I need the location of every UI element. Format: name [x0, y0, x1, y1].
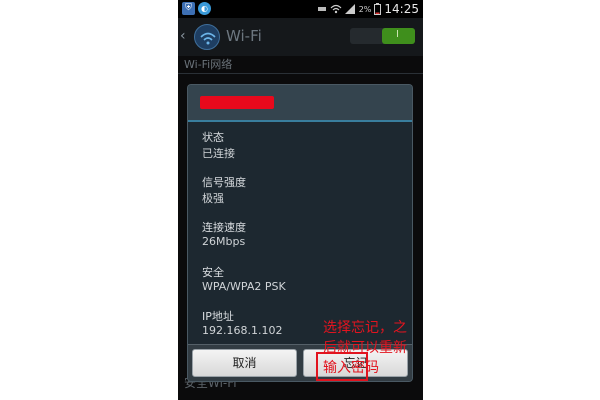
action-bar-title: Wi-Fi — [226, 27, 262, 45]
security-label: 安全 — [202, 266, 224, 279]
status-value: 已连接 — [202, 147, 235, 160]
section-divider — [178, 73, 423, 74]
battery-percent: 2% — [358, 4, 372, 14]
cancel-button[interactable]: 取消 — [192, 349, 297, 377]
ip-address-value: 192.168.1.102 — [202, 324, 283, 337]
status-label: 状态 — [202, 131, 224, 144]
screenshot-stage: ⛨ ◐ 2% 14:25 ‹ Wi-Fi I Wi-Fi网络 安全Wi-Fi 状… — [0, 0, 600, 400]
dialog-body: 状态 已连接 信号强度 极强 连接速度 26Mbps 安全 WPA/WPA2 P… — [188, 122, 412, 344]
shield-app-icon: ⛨ — [182, 2, 195, 15]
dialog-title-bar — [188, 85, 412, 120]
annotation-line-3: 输入密码 — [323, 360, 379, 376]
sound-icon — [317, 7, 326, 11]
link-speed-label: 连接速度 — [202, 221, 246, 234]
ip-address-label: IP地址 — [202, 310, 234, 323]
battery-icon — [374, 3, 382, 15]
signal-strength-value: 极强 — [202, 192, 224, 205]
circle-app-icon: ◐ — [198, 2, 211, 15]
link-speed-value: 26Mbps — [202, 235, 246, 248]
wifi-toggle-knob: I — [382, 28, 415, 44]
wifi-toggle[interactable]: I — [350, 28, 415, 44]
wifi-networks-header: Wi-Fi网络 — [184, 58, 233, 71]
signal-wifi-icon — [330, 4, 342, 14]
action-bar: ‹ Wi-Fi I — [178, 18, 423, 56]
annotation-line-2: 后就可以重新 — [323, 340, 407, 356]
status-bar: ⛨ ◐ 2% 14:25 — [178, 0, 423, 18]
cell-signal-icon — [344, 4, 355, 14]
network-name-redacted — [200, 96, 274, 109]
wifi-toggle-label: I — [396, 29, 399, 40]
status-bar-right: 2% 14:25 — [317, 1, 419, 17]
signal-strength-label: 信号强度 — [202, 176, 246, 189]
security-value: WPA/WPA2 PSK — [202, 280, 286, 293]
status-bar-time: 14:25 — [384, 2, 419, 16]
annotation-line-1: 选择忘记，之 — [323, 320, 407, 336]
back-arrow-icon[interactable]: ‹ — [180, 28, 186, 44]
wifi-badge-icon — [194, 24, 220, 50]
